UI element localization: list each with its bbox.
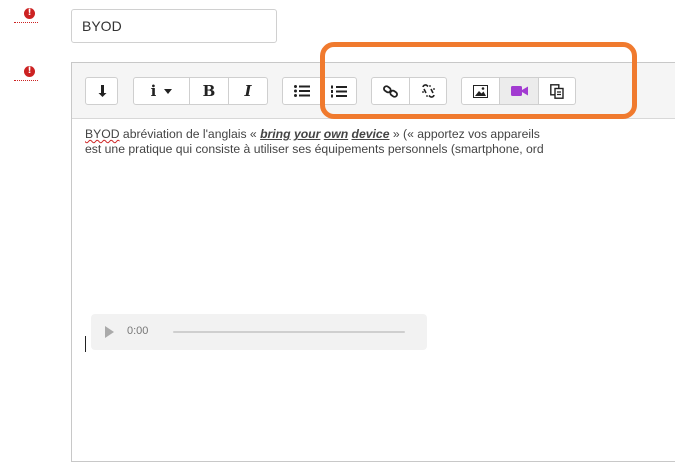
rich-text-editor: i B I BYOD abréviation de l'anglais « br… [71,62,675,462]
error-icon-content: ! [14,66,38,81]
editor-content[interactable]: BYOD abréviation de l'anglais « bring yo… [85,127,675,157]
bullet-list-button[interactable] [282,77,321,105]
italic-label: I [244,82,252,100]
title-input[interactable]: BYOD [71,9,277,43]
audio-time: 0:00 [127,325,149,337]
unlink-icon [421,84,435,98]
bold-label: B [202,82,216,100]
insert-break-button[interactable] [85,77,118,105]
content-bold-word-2: your [293,127,321,141]
paste-icon [550,83,564,99]
insert-break-icon [98,85,106,97]
audio-progress-track[interactable] [173,331,405,333]
text-caret [85,336,86,352]
numbered-list-icon [330,85,347,97]
content-byod: BYOD [85,127,120,141]
info-icon: i [150,82,157,100]
content-line-1: BYOD abréviation de l'anglais « bring yo… [85,127,675,142]
video-icon [510,86,528,96]
content-bold-word-4: device [351,127,390,141]
bullet-list-icon [293,85,310,97]
insert-image-button[interactable] [461,77,500,105]
paste-button[interactable] [539,77,576,105]
editor-toolbar: i B I [72,63,675,119]
image-icon [473,84,488,98]
error-icon-title: ! [14,8,38,23]
link-icon [383,84,398,98]
bold-button[interactable]: B [190,77,229,105]
numbered-list-button[interactable] [321,77,357,105]
italic-button[interactable]: I [229,77,268,105]
link-button[interactable] [371,77,410,105]
chevron-down-icon [164,88,173,94]
content-bold-word-3: own [323,127,349,141]
audio-player: 0:00 [91,314,427,350]
content-bold-word-1: bring [260,127,291,141]
content-text-2: » (« apportez vos appareils [389,127,540,141]
unlink-button[interactable] [410,77,447,105]
play-icon[interactable] [105,326,114,338]
content-line-2: est une pratique qui consiste à utiliser… [85,142,544,156]
content-text-1: abréviation de l'anglais « [119,127,261,141]
insert-video-button[interactable] [500,77,539,105]
info-dropdown-button[interactable]: i [133,77,190,105]
